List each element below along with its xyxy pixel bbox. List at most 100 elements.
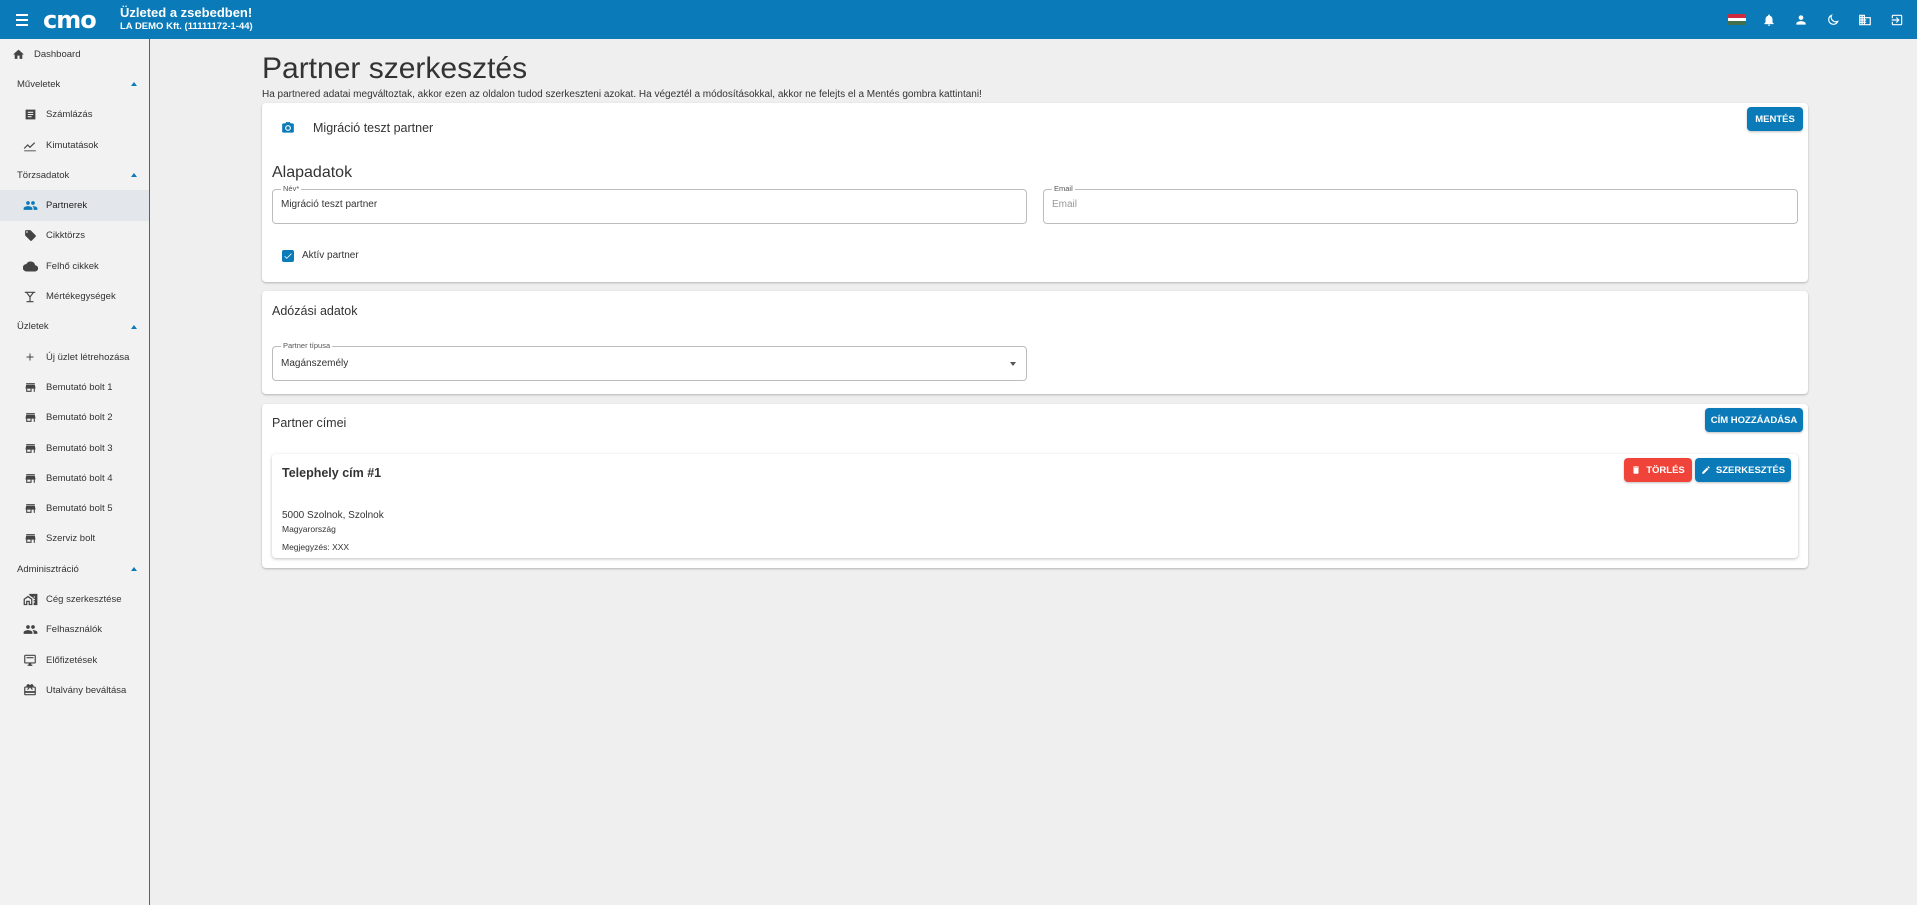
sidebar-item-label: Felhő cikkek bbox=[46, 260, 99, 272]
section-label: Adminisztráció bbox=[17, 563, 79, 575]
menu-icon[interactable] bbox=[14, 10, 34, 30]
trash-icon bbox=[1633, 466, 1640, 474]
sidebar: Dashboard Műveletek Számlázás Kimutatáso… bbox=[0, 39, 150, 905]
delete-label: TÖRLÉS bbox=[1646, 464, 1685, 476]
address-item: Telephely cím #1 TÖRLÉS SZERKESZTÉS 5000… bbox=[272, 454, 1798, 558]
cmo-logo[interactable]: cmo bbox=[42, 8, 114, 32]
partner-type-select[interactable]: Partner típusa Magánszemély bbox=[272, 341, 1027, 381]
active-partner-label: Aktív partner bbox=[302, 250, 359, 261]
camera-icon[interactable] bbox=[281, 121, 295, 135]
tax-section-title: Adózási adatok bbox=[272, 304, 358, 318]
sidebar-item-label: Mértékegységek bbox=[46, 291, 116, 303]
language-flag-icon[interactable] bbox=[1727, 10, 1747, 30]
plus-icon bbox=[22, 349, 38, 365]
partner-type-value: Magánszemély bbox=[281, 358, 349, 369]
company-icon bbox=[22, 591, 38, 607]
sidebar-item-label: Bemutató bolt 3 bbox=[46, 442, 113, 454]
top-app-bar: cmo Üzleted a zsebedben! LA DEMO Kft. (1… bbox=[0, 0, 1917, 39]
delete-address-button[interactable]: TÖRLÉS bbox=[1624, 458, 1692, 482]
store-icon bbox=[22, 410, 38, 426]
sidebar-item-bemutato-bolt-5[interactable]: Bemutató bolt 5 bbox=[0, 493, 149, 523]
section-label: Műveletek bbox=[17, 78, 61, 90]
sidebar-item-label: Előfizetések bbox=[46, 654, 98, 666]
person-icon[interactable] bbox=[1791, 10, 1811, 30]
email-field[interactable]: Email bbox=[1043, 184, 1798, 224]
scale-icon bbox=[22, 289, 38, 305]
sidebar-item-mertekegysegek[interactable]: Mértékegységek bbox=[0, 281, 149, 311]
sidebar-item-elofizetesek[interactable]: Előfizetések bbox=[0, 645, 149, 675]
sidebar-item-dashboard[interactable]: Dashboard bbox=[0, 39, 149, 69]
cloud-icon bbox=[22, 258, 38, 274]
store-icon bbox=[22, 501, 38, 517]
monitor-icon bbox=[22, 652, 38, 668]
sidebar-section-uzletek[interactable]: Üzletek bbox=[0, 312, 149, 342]
name-input[interactable] bbox=[281, 199, 959, 210]
sidebar-section-torzsadatok[interactable]: Törzsadatok bbox=[0, 160, 149, 190]
sidebar-item-szamlazas[interactable]: Számlázás bbox=[0, 100, 149, 130]
sidebar-item-ceg-szerkesztese[interactable]: Cég szerkesztése bbox=[0, 584, 149, 614]
sidebar-item-cikktorzs[interactable]: Cikktörzs bbox=[0, 221, 149, 251]
sidebar-item-label: Cég szerkesztése bbox=[46, 593, 122, 605]
save-button[interactable]: MENTÉS bbox=[1747, 107, 1803, 131]
bell-icon[interactable] bbox=[1759, 10, 1779, 30]
sidebar-item-felho-cikkek[interactable]: Felhő cikkek bbox=[0, 251, 149, 281]
sidebar-item-label: Bemutató bolt 2 bbox=[46, 412, 113, 424]
sidebar-item-label: Felhasználók bbox=[46, 624, 102, 636]
add-address-button[interactable]: CÍM HOZZÁADÁSA bbox=[1705, 408, 1803, 432]
sidebar-item-bemutato-bolt-1[interactable]: Bemutató bolt 1 bbox=[0, 372, 149, 402]
sidebar-section-adminisztracio[interactable]: Adminisztráció bbox=[0, 554, 149, 584]
address-title: Telephely cím #1 bbox=[282, 466, 382, 480]
email-field-label: Email bbox=[1052, 184, 1075, 194]
list-icon bbox=[22, 107, 38, 123]
pencil-icon bbox=[1702, 466, 1710, 474]
section-label: Üzletek bbox=[17, 321, 49, 333]
svg-text:cmo: cmo bbox=[43, 8, 96, 32]
top-icons bbox=[1727, 0, 1907, 39]
app-tagline: Üzleted a zsebedben! bbox=[120, 5, 253, 21]
store-icon bbox=[22, 440, 38, 456]
partner-type-label: Partner típusa bbox=[281, 341, 333, 351]
sidebar-item-partnerek[interactable]: Partnerek bbox=[0, 190, 149, 221]
name-field-label: Név* bbox=[281, 184, 302, 194]
collapse-icon bbox=[131, 173, 137, 178]
name-field[interactable]: Név* bbox=[272, 184, 1027, 224]
brand-block: Üzleted a zsebedben! LA DEMO Kft. (11111… bbox=[120, 5, 253, 33]
addresses-card: Partner címei CÍM HOZZÁADÁSA Telephely c… bbox=[262, 404, 1808, 568]
sidebar-item-bemutato-bolt-3[interactable]: Bemutató bolt 3 bbox=[0, 433, 149, 463]
sidebar-item-bemutato-bolt-4[interactable]: Bemutató bolt 4 bbox=[0, 463, 149, 493]
sidebar-item-label: Dashboard bbox=[34, 48, 81, 60]
sidebar-item-kimutatasok[interactable]: Kimutatások bbox=[0, 130, 149, 160]
chevron-down-icon bbox=[1010, 362, 1016, 366]
sidebar-item-bemutato-bolt-2[interactable]: Bemutató bolt 2 bbox=[0, 403, 149, 433]
home-icon bbox=[10, 46, 26, 62]
page-subtitle: Ha partnered adatai megváltoztak, akkor … bbox=[262, 89, 982, 100]
sidebar-item-felhasznalok[interactable]: Felhasználók bbox=[0, 615, 149, 645]
addresses-section-title: Partner címei bbox=[272, 416, 347, 430]
store-icon bbox=[22, 470, 38, 486]
basic-data-card: Migráció teszt partner MENTÉS Alapadatok… bbox=[262, 103, 1808, 282]
redeem-icon bbox=[22, 682, 38, 698]
sidebar-item-label: Bemutató bolt 1 bbox=[46, 381, 113, 393]
sidebar-item-label: Új üzlet létrehozása bbox=[46, 351, 130, 363]
edit-label: SZERKESZTÉS bbox=[1715, 464, 1786, 476]
people-icon bbox=[22, 198, 38, 214]
moon-icon[interactable] bbox=[1823, 10, 1843, 30]
sidebar-item-uj-uzlet[interactable]: Új üzlet létrehozása bbox=[0, 342, 149, 372]
company-icon[interactable] bbox=[1855, 10, 1875, 30]
address-note: Megjegyzés: XXX bbox=[282, 542, 350, 552]
sidebar-section-muveletek[interactable]: Műveletek bbox=[0, 69, 149, 99]
sidebar-item-label: Utalvány beváltása bbox=[46, 684, 127, 696]
collapse-icon bbox=[131, 567, 137, 572]
sidebar-item-utalvany-bevaltasa[interactable]: Utalvány beváltása bbox=[0, 675, 149, 705]
check-icon bbox=[284, 253, 292, 259]
basic-section-title: Alapadatok bbox=[272, 164, 353, 181]
email-input[interactable] bbox=[1052, 199, 1730, 210]
store-icon bbox=[22, 379, 38, 395]
active-partner-checkbox[interactable] bbox=[282, 250, 294, 262]
sidebar-item-szerviz-bolt[interactable]: Szerviz bolt bbox=[0, 524, 149, 554]
store-icon bbox=[22, 531, 38, 547]
collapse-icon bbox=[131, 82, 137, 87]
company-name: LA DEMO Kft. (11111172-1-44) bbox=[120, 21, 253, 33]
logout-icon[interactable] bbox=[1887, 10, 1907, 30]
edit-address-button[interactable]: SZERKESZTÉS bbox=[1695, 458, 1791, 482]
